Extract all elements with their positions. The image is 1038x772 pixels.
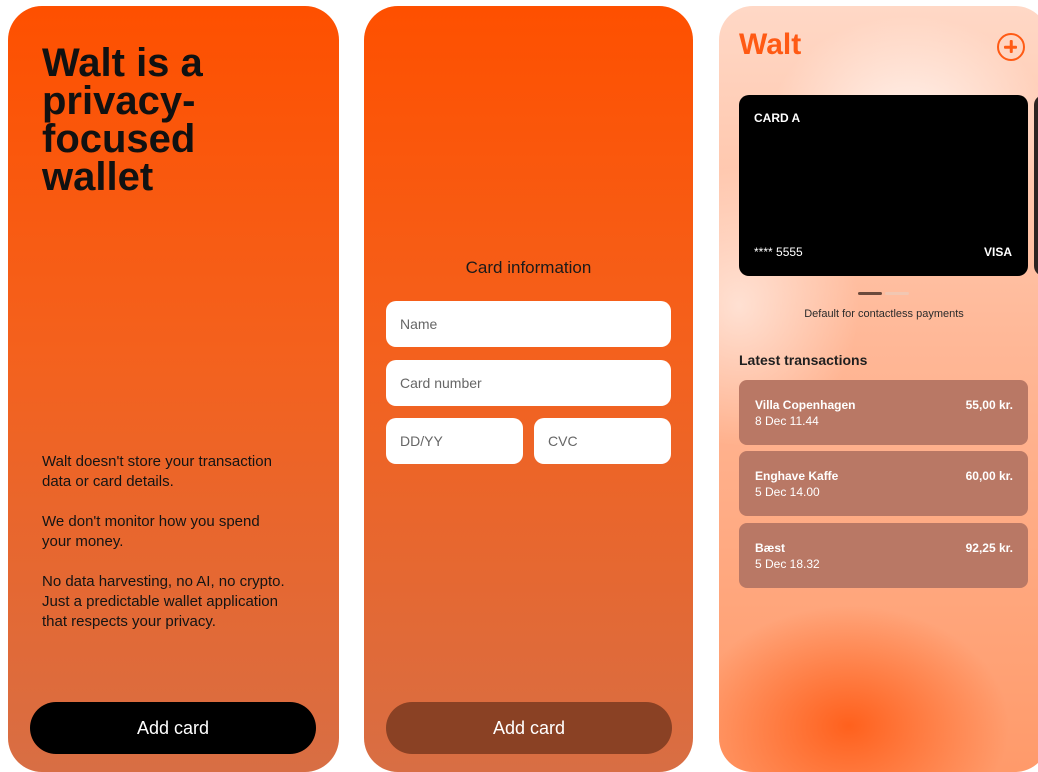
transaction-amount: 92,25 kr. xyxy=(965,541,1013,555)
wallet-screen: Walt CARD A **** 5555 VISA Default for c… xyxy=(719,6,1038,772)
intro-paragraph-2: We don't monitor how you spend your mone… xyxy=(42,513,260,550)
transaction-amount: 55,00 kr. xyxy=(965,398,1013,412)
intro-paragraph-1: Walt doesn't store your transaction data… xyxy=(42,453,272,490)
transaction-date: 5 Dec 18.32 xyxy=(755,557,820,571)
default-payment-label: Default for contactless payments xyxy=(804,308,964,320)
card-pager xyxy=(858,292,910,296)
card-form-screen: Card information Add card xyxy=(364,6,693,772)
transaction-row[interactable]: Enghave Kaffe 5 Dec 14.00 60,00 kr. xyxy=(739,451,1028,516)
card-name: CARD A xyxy=(754,111,801,125)
intro-paragraph-3: No data harvesting, no AI, no crypto. Ju… xyxy=(42,573,285,630)
transaction-date: 5 Dec 14.00 xyxy=(755,485,820,499)
expiry-field[interactable] xyxy=(386,418,523,464)
transaction-merchant: Bæst xyxy=(755,541,786,555)
transaction-amount: 60,00 kr. xyxy=(965,469,1013,483)
intro-screen: Walt is a privacy-focused wallet Walt do… xyxy=(8,6,339,772)
transaction-merchant: Enghave Kaffe xyxy=(755,469,839,483)
transaction-row[interactable]: Villa Copenhagen 8 Dec 11.44 55,00 kr. xyxy=(739,380,1028,445)
pager-dot-active[interactable] xyxy=(858,292,882,295)
card-network: VISA xyxy=(983,245,1012,259)
intro-headline: Walt is a privacy-focused wallet xyxy=(42,41,203,199)
transactions-heading: Latest transactions xyxy=(739,352,868,368)
card-number-field[interactable] xyxy=(386,360,671,406)
plus-circle-icon[interactable] xyxy=(997,33,1025,61)
name-field[interactable] xyxy=(386,301,671,347)
cvc-field[interactable] xyxy=(534,418,671,464)
card-number: **** 5555 xyxy=(754,245,803,259)
next-card-peek[interactable] xyxy=(1034,95,1038,276)
transaction-merchant: Villa Copenhagen xyxy=(755,398,856,412)
payment-card[interactable]: CARD A **** 5555 VISA xyxy=(739,95,1028,276)
pager-dot-inactive[interactable] xyxy=(885,292,909,295)
add-card-submit-button[interactable]: Add card xyxy=(386,702,672,754)
add-card-button[interactable]: Add card xyxy=(30,702,316,754)
transaction-row[interactable]: Bæst 5 Dec 18.32 92,25 kr. xyxy=(739,523,1028,588)
form-title: Card information xyxy=(465,258,592,277)
app-title: Walt xyxy=(739,28,802,61)
transaction-date: 8 Dec 11.44 xyxy=(755,414,819,428)
